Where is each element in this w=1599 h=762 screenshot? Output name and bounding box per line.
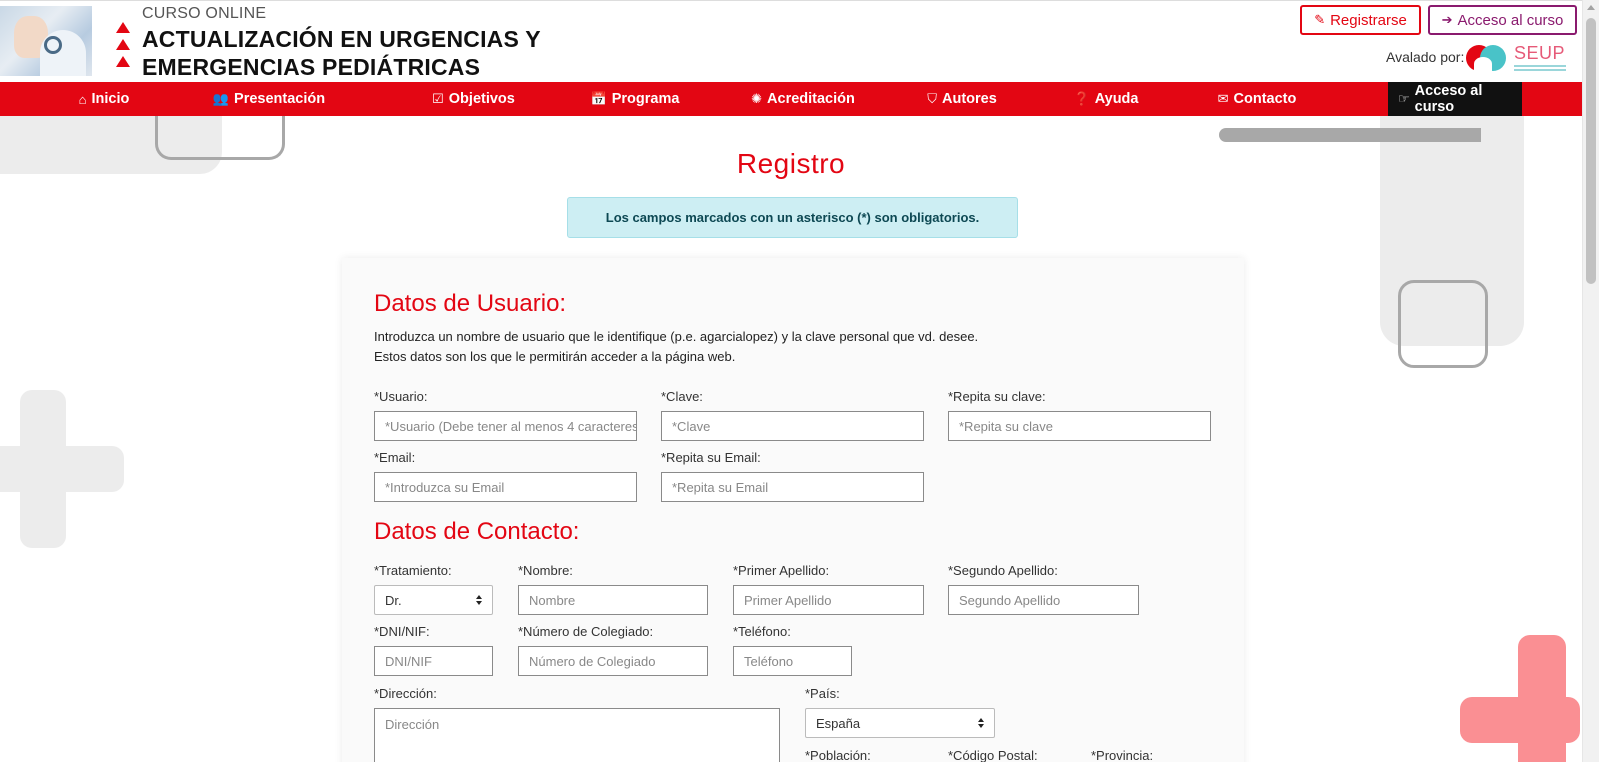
seup-logo[interactable]: SEUP [1466, 43, 1570, 75]
question-circle-icon: ❓ [1073, 91, 1090, 106]
clave-input[interactable]: *Clave [661, 411, 924, 441]
nav-item-label: Objetivos [448, 91, 515, 107]
nav-item-label: Ayuda [1094, 91, 1139, 107]
colegiado-input[interactable]: Número de Colegiado [518, 646, 708, 676]
primer-apellido-input[interactable]: Primer Apellido [733, 585, 924, 615]
primer-apellido-label: *Primer Apellido: [733, 563, 830, 578]
nav-item-autores[interactable]: ⛉ Autores [906, 82, 1018, 116]
repita-email-label: *Repita su Email: [661, 450, 761, 465]
nav-item-ayuda[interactable]: ❓ Ayuda [1050, 82, 1162, 116]
page-title: Registro [736, 148, 846, 179]
background-bar [1219, 128, 1481, 142]
chevron-up-icon [116, 22, 132, 74]
segundo-apellido-input[interactable]: Segundo Apellido [948, 585, 1139, 615]
brand-title-line2: EMERGENCIAS PEDIÁTRICAS [142, 54, 481, 80]
clave-label: *Clave: [661, 389, 703, 404]
nav-item-label: Presentación [234, 91, 326, 107]
telefono-input[interactable]: Teléfono [733, 646, 852, 676]
nav-item-programa[interactable]: 📅 Programa [574, 82, 696, 116]
nombre-input[interactable]: Nombre [518, 585, 708, 615]
brand-title[interactable]: ACTUALIZACIÓN EN URGENCIAS Y EMERGENCIAS… [142, 25, 541, 81]
course-access-button[interactable]: ➔ Acceso al curso [1428, 5, 1577, 35]
select-arrows-icon [978, 718, 984, 728]
background-plus-shape [0, 446, 124, 492]
required-fields-notice: Los campos marcados con un asterisco (*)… [567, 197, 1018, 238]
tratamiento-value: Dr. [385, 592, 402, 608]
nav-item-acreditacion[interactable]: ✺ Acreditación [735, 82, 871, 116]
seup-logo-text: SEUP [1514, 43, 1566, 63]
colegiado-label: *Número de Colegiado: [518, 624, 654, 639]
register-label: Registrarse [1330, 11, 1407, 29]
background-pink-plus-shape [1460, 697, 1580, 743]
telefono-label: *Teléfono: [733, 624, 791, 639]
calendar-check-icon: 📅 [590, 91, 607, 106]
tratamiento-select[interactable]: Dr. [374, 585, 493, 615]
nav-item-label: Contacto [1233, 91, 1297, 107]
dni-label: *DNI/NIF: [374, 624, 430, 639]
usuario-label: *Usuario: [374, 389, 428, 404]
background-outline-shape [1398, 280, 1488, 368]
scroll-up-arrow-icon[interactable] [1587, 5, 1595, 10]
certificate-icon: ✺ [751, 91, 763, 106]
description-line: Estos datos son los que le permitirán ac… [374, 349, 736, 364]
dni-input[interactable]: DNI/NIF [374, 646, 493, 676]
email-label: *Email: [374, 450, 416, 465]
page-scrollbar[interactable] [1582, 0, 1599, 762]
home-icon: ⌂ [78, 91, 87, 107]
nombre-label: *Nombre: [518, 563, 573, 578]
tratamiento-label: *Tratamiento: [374, 563, 452, 578]
provincia-label: *Provincia: [1091, 748, 1154, 762]
nav-item-contacto[interactable]: ✉ Contacto [1196, 82, 1318, 116]
poblacion-label: *Población: [805, 748, 871, 762]
description-line: Introduzca un nombre de usuario que le i… [374, 329, 979, 344]
course-logo-image[interactable] [0, 6, 92, 76]
brand-title-line1: ACTUALIZACIÓN EN URGENCIAS Y [142, 26, 541, 52]
brand-subtitle: CURSO ONLINE [142, 5, 267, 22]
contact-data-heading: Datos de Contacto: [374, 518, 580, 545]
select-arrows-icon [476, 595, 482, 605]
scrollbar-thumb[interactable] [1586, 18, 1596, 284]
user-data-description: Introduzca un nombre de usuario que le i… [374, 327, 978, 367]
repita-clave-input[interactable]: *Repita su clave [948, 411, 1211, 441]
direccion-label: *Dirección: [374, 686, 437, 701]
nav-item-label: Autores [941, 91, 997, 107]
site-header: CURSO ONLINE ACTUALIZACIÓN EN URGENCIAS … [0, 0, 1582, 82]
main-nav: ⌂ Inicio 👥 Presentación ☑ Objetivos 📅 Pr… [0, 82, 1582, 116]
envelope-icon: ✉ [1217, 91, 1229, 106]
pais-value: España [816, 715, 861, 731]
check-square-icon: ☑ [432, 91, 444, 106]
email-input[interactable]: *Introduzca su Email [374, 472, 637, 502]
course-access-label: Acceso al curso [1457, 11, 1564, 29]
sign-in-icon: ➔ [1441, 12, 1453, 27]
repita-email-input[interactable]: *Repita su Email [661, 472, 924, 502]
hand-pointer-icon: ☞ [1398, 91, 1410, 106]
user-data-heading: Datos de Usuario: [374, 290, 567, 317]
nav-item-acceso-al-curso[interactable]: ☞ Acceso al curso [1388, 82, 1522, 116]
nav-item-objetivos[interactable]: ☑ Objetivos [412, 82, 535, 116]
nav-item-inicio[interactable]: ⌂ Inicio [0, 82, 208, 116]
segundo-apellido-label: *Segundo Apellido: [948, 563, 1058, 578]
pais-label: *País: [805, 686, 840, 701]
endorsed-label: Avalado por: [1386, 49, 1465, 65]
pais-select[interactable]: España [805, 708, 995, 738]
nav-item-label: Inicio [91, 91, 130, 107]
register-button[interactable]: ✎ Registrarse [1300, 5, 1421, 35]
repita-clave-label: *Repita su clave: [948, 389, 1046, 404]
nav-item-presentacion[interactable]: 👥 Presentación [208, 82, 330, 116]
codigo-postal-label: *Código Postal: [948, 748, 1038, 762]
direccion-textarea[interactable]: Dirección [374, 708, 780, 762]
nav-item-label: Acceso al curso [1414, 83, 1483, 115]
usuario-input[interactable]: *Usuario (Debe tener al menos 4 caracter… [374, 411, 637, 441]
nav-item-label: Acreditación [767, 91, 855, 107]
users-icon: 👥 [212, 91, 230, 106]
pencil-icon: ✎ [1314, 12, 1326, 27]
shield-icon: ⛉ [927, 91, 937, 106]
nav-item-label: Programa [611, 91, 680, 107]
